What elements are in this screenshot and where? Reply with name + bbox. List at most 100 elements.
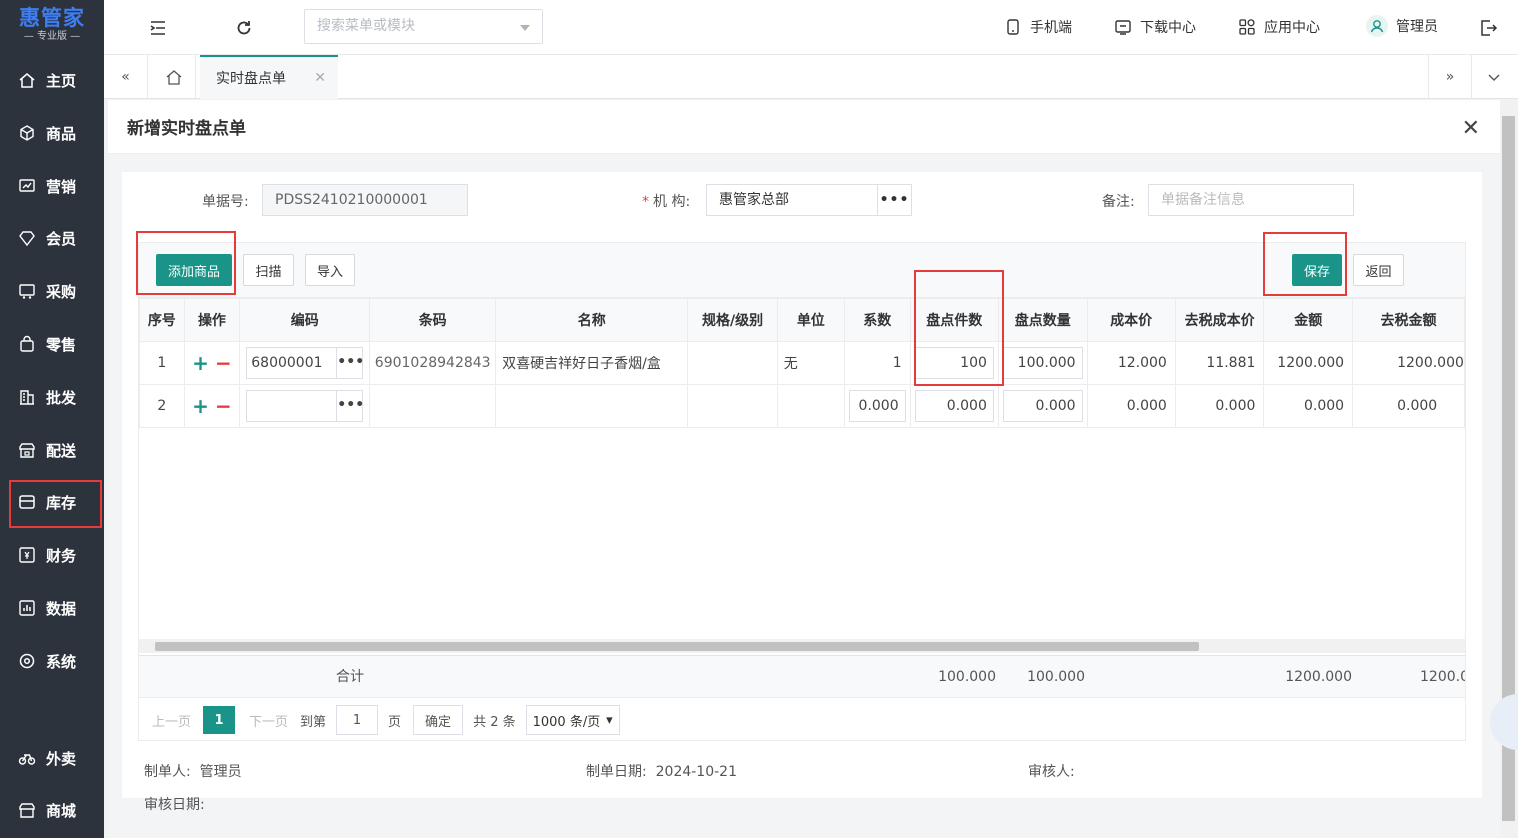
mobile-link[interactable]: 手机端 (1004, 17, 1072, 37)
import-button[interactable]: 导入 (305, 254, 355, 286)
column-header[interactable]: 序号 (139, 299, 185, 342)
cost-cell: 12.000 (1086, 340, 1176, 385)
add-product-button[interactable]: 添加商品 (156, 254, 232, 286)
cost-ex-cell: 0.000 (1174, 383, 1265, 428)
remark-label: 备注: (1102, 194, 1135, 210)
sidebar-item-label: 商城 (46, 801, 77, 820)
page-unit: 页 (388, 714, 402, 730)
code-input[interactable]: ••• (246, 389, 364, 422)
more-icon[interactable]: ••• (336, 347, 364, 378)
menu-toggle-icon[interactable] (148, 18, 168, 38)
factor-input[interactable]: 0.000 (848, 389, 906, 422)
org-picker-button[interactable]: ••• (877, 184, 911, 216)
column-header[interactable]: 去税金额 (1352, 299, 1465, 342)
column-header[interactable]: 条码 (369, 299, 497, 342)
sidebar-item-8[interactable]: 库存 (0, 482, 104, 522)
download-center-link[interactable]: 下载中心 (1114, 17, 1196, 37)
column-header[interactable]: 名称 (495, 299, 689, 342)
more-icon[interactable]: ••• (336, 390, 364, 421)
sidebar-item-2[interactable]: 营销 (0, 166, 104, 206)
summary-amount: 1200.000 (1285, 669, 1352, 685)
page-input[interactable]: 1 (336, 705, 379, 735)
required-mark: * (642, 194, 649, 210)
column-header[interactable]: 编码 (239, 299, 371, 342)
sidebar-item-1[interactable]: 商品 (0, 113, 104, 153)
tabs-dropdown[interactable] (1472, 55, 1516, 99)
scrollbar-thumb[interactable] (155, 642, 1199, 651)
barcode-cell: 6901028942843 (369, 340, 497, 385)
qty-input[interactable]: 100.000 (1002, 346, 1083, 379)
remove-row-icon[interactable]: − (215, 394, 232, 418)
stocktake-grid: 序号 操作 编码 条码 名称 规格/级别 单位 系数 盘点件数 盘点数量 成本价 去税成本价 金额 去税金… (138, 298, 1466, 741)
sidebar-item-label: 外卖 (46, 749, 77, 768)
app-center-link[interactable]: 应用中心 (1238, 17, 1320, 37)
sidebar-item-0[interactable]: 主页 (0, 60, 104, 100)
prev-page-button[interactable]: 上一页 (152, 711, 191, 730)
store-icon (19, 443, 35, 458)
spec-cell (687, 340, 778, 385)
column-header[interactable]: 去税成本价 (1174, 299, 1265, 342)
close-icon[interactable]: ✕ (1462, 116, 1480, 141)
sidebar-item-label: 营销 (46, 177, 77, 196)
more-icon: ••• (879, 192, 910, 208)
home-icon (166, 70, 181, 85)
remove-row-icon[interactable]: − (215, 351, 232, 375)
close-icon[interactable]: ✕ (314, 70, 326, 86)
double-chevron-right-icon: » (1445, 69, 1455, 85)
tab-home[interactable] (152, 55, 196, 99)
logout-icon[interactable] (1478, 18, 1498, 38)
sidebar-item-label: 库存 (46, 493, 77, 512)
column-header[interactable]: 操作 (183, 299, 241, 342)
next-page-button[interactable]: 下一页 (249, 711, 288, 730)
grid-table: 序号 操作 编码 条码 名称 规格/级别 单位 系数 盘点件数 盘点数量 成本价 去税成本价 金额 去税金… (139, 299, 1465, 428)
qty-input[interactable]: 0.000 (1002, 389, 1083, 422)
pieces-input[interactable]: 100 (914, 346, 994, 379)
sidebar-item-13[interactable]: 商城 (0, 790, 104, 830)
sidebar-item-11[interactable]: 系统 (0, 641, 104, 681)
sidebar-item-12[interactable]: 外卖 (0, 738, 104, 778)
sidebar-item-5[interactable]: 零售 (0, 324, 104, 364)
add-row-icon[interactable]: + (192, 394, 209, 418)
seq-cell: 2 (139, 383, 185, 428)
page-size-select[interactable]: 1000 条/页 ▾ (525, 705, 620, 735)
column-header[interactable]: 盘点件数 (909, 299, 999, 342)
sidebar-item-4[interactable]: 采购 (0, 271, 104, 311)
column-header[interactable]: 金额 (1263, 299, 1354, 342)
pieces-input[interactable]: 0.000 (914, 389, 994, 422)
auditor-label: 审核人: (1028, 764, 1075, 780)
table-row: 2 + − ••• 0.000 0.000 0.000 0.000 0.000 0.000 0.00… (139, 383, 1465, 428)
sidebar-item-label: 采购 (46, 282, 77, 301)
tab-stocktake[interactable]: 实时盘点单 ✕ (200, 55, 338, 99)
sidebar-item-6[interactable]: 批发 (0, 377, 104, 417)
summary-row: 合计 100.000 100.000 1200.000 1200.000 (139, 655, 1465, 697)
column-header[interactable]: 系数 (843, 299, 911, 342)
goto-confirm-button[interactable]: 确定 (413, 705, 464, 735)
name-cell: 双喜硬吉祥好日子香烟/盒 (495, 340, 689, 385)
column-header[interactable]: 盘点数量 (997, 299, 1088, 342)
tabs-scroll-left[interactable]: « (104, 55, 148, 99)
column-header[interactable]: 单位 (776, 299, 845, 342)
back-button[interactable]: 返回 (1353, 254, 1404, 286)
user-menu[interactable]: 管理员 (1366, 15, 1438, 37)
sidebar-item-label: 会员 (46, 229, 77, 248)
horizontal-scrollbar[interactable] (139, 639, 1465, 653)
column-header[interactable]: 成本价 (1086, 299, 1176, 342)
sidebar-item-label: 配送 (46, 441, 77, 460)
code-input[interactable]: 68000001 ••• (246, 346, 364, 379)
sidebar-item-9[interactable]: 财务 (0, 535, 104, 575)
sidebar-item-7[interactable]: 配送 (0, 430, 104, 470)
current-page[interactable]: 1 (203, 706, 236, 734)
ops-cell: + − (183, 383, 241, 428)
column-header[interactable]: 规格/级别 (687, 299, 778, 342)
save-button[interactable]: 保存 (1292, 254, 1342, 286)
summary-amount-ex: 1200.000 (1420, 669, 1465, 685)
remark-input[interactable]: 单据备注信息 (1148, 184, 1354, 216)
tabs-scroll-right[interactable]: » (1428, 55, 1472, 99)
brand-logo[interactable]: 惠管家 — 专业版 — (0, 0, 104, 54)
sidebar-item-10[interactable]: 数据 (0, 588, 104, 628)
add-row-icon[interactable]: + (192, 351, 209, 375)
sidebar-item-3[interactable]: 会员 (0, 218, 104, 258)
scan-button[interactable]: 扫描 (243, 254, 294, 286)
refresh-icon[interactable] (234, 18, 254, 38)
menu-search-select[interactable]: 搜索菜单或模块 (304, 9, 543, 44)
